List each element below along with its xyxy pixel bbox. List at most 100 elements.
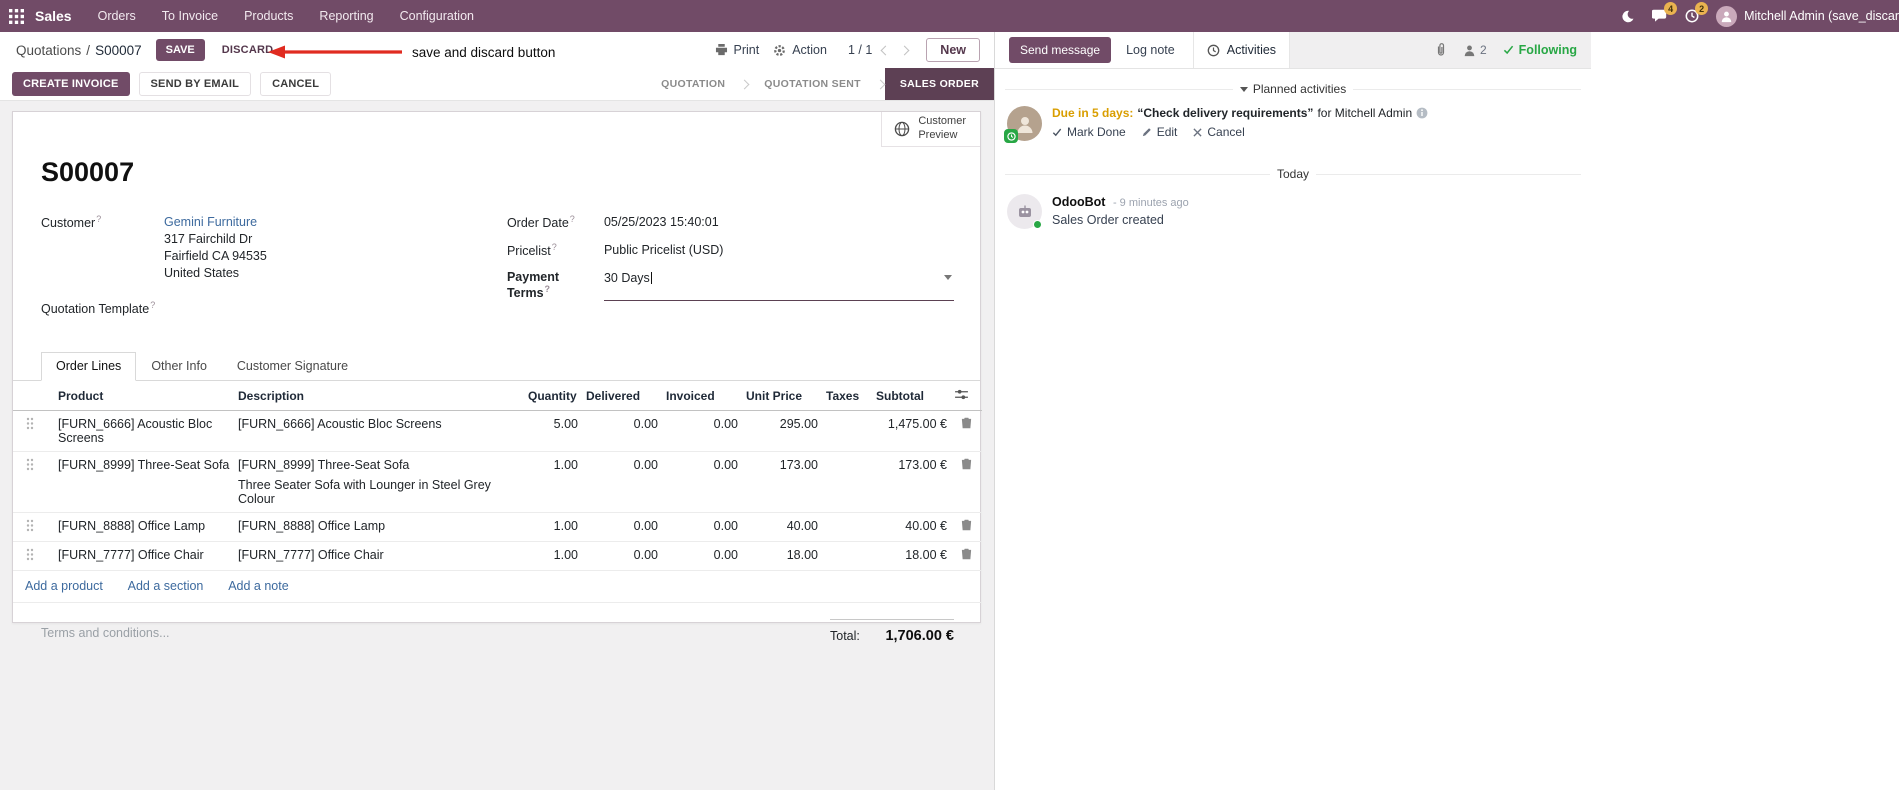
col-product[interactable]: Product bbox=[46, 380, 234, 411]
cell-delivered[interactable]: 0.00 bbox=[582, 541, 662, 571]
order-line-row[interactable]: [FURN_6666] Acoustic Bloc Screens [FURN_… bbox=[13, 410, 982, 452]
cell-unit-price[interactable]: 18.00 bbox=[742, 541, 822, 571]
print-button[interactable]: Print bbox=[708, 39, 767, 61]
cell-unit-price[interactable]: 173.00 bbox=[742, 451, 822, 513]
drag-handle-icon[interactable] bbox=[26, 548, 34, 561]
cell-product[interactable]: [FURN_8888] Office Lamp bbox=[46, 512, 234, 542]
drag-handle-icon[interactable] bbox=[26, 458, 34, 471]
attachments-icon[interactable] bbox=[1435, 43, 1447, 57]
messages-icon[interactable]: 4 bbox=[1652, 2, 1678, 23]
create-invoice-button[interactable]: CREATE INVOICE bbox=[12, 72, 130, 96]
pager-next-icon[interactable] bbox=[895, 45, 914, 56]
col-delivered[interactable]: Delivered bbox=[582, 380, 662, 411]
user-menu[interactable]: Mitchell Admin (save_discar bbox=[1716, 5, 1899, 27]
cell-product[interactable]: [FURN_7777] Office Chair bbox=[46, 541, 234, 571]
send-message-button[interactable]: Send message bbox=[1009, 37, 1112, 63]
stage-quotation-sent[interactable]: QUOTATION SENT bbox=[749, 68, 876, 100]
send-by-email-button[interactable]: SEND BY EMAIL bbox=[138, 72, 252, 96]
followers-button[interactable]: 2 bbox=[1463, 43, 1487, 57]
menu-to-invoice[interactable]: To Invoice bbox=[162, 9, 218, 23]
message-author[interactable]: OdooBot bbox=[1052, 195, 1105, 209]
col-unit-price[interactable]: Unit Price bbox=[742, 380, 822, 411]
cell-taxes[interactable] bbox=[822, 512, 872, 542]
cell-quantity[interactable]: 5.00 bbox=[524, 410, 582, 452]
cell-delivered[interactable]: 0.00 bbox=[582, 512, 662, 542]
cell-taxes[interactable] bbox=[822, 541, 872, 571]
menu-reporting[interactable]: Reporting bbox=[319, 9, 373, 23]
action-button[interactable]: Action bbox=[766, 39, 834, 61]
pricelist-value[interactable]: Public Pricelist (USD) bbox=[604, 242, 723, 259]
cell-delivered[interactable]: 0.00 bbox=[582, 410, 662, 452]
cell-quantity[interactable]: 1.00 bbox=[524, 512, 582, 542]
log-note-button[interactable]: Log note bbox=[1116, 37, 1185, 63]
menu-configuration[interactable]: Configuration bbox=[400, 9, 474, 23]
cancel-order-button[interactable]: CANCEL bbox=[260, 72, 332, 96]
cell-description[interactable]: [FURN_7777] Office Chair bbox=[234, 541, 524, 571]
cell-taxes[interactable] bbox=[822, 451, 872, 513]
tab-customer-signature[interactable]: Customer Signature bbox=[222, 352, 363, 381]
cell-unit-price[interactable]: 40.00 bbox=[742, 512, 822, 542]
delete-row-icon[interactable] bbox=[961, 458, 972, 470]
new-button[interactable]: New bbox=[926, 38, 980, 62]
delete-row-icon[interactable] bbox=[961, 548, 972, 560]
col-description[interactable]: Description bbox=[234, 380, 524, 411]
dropdown-caret-icon[interactable] bbox=[944, 275, 952, 281]
customer-link[interactable]: Gemini Furniture bbox=[164, 215, 257, 229]
order-date-value[interactable]: 05/25/2023 15:40:01 bbox=[604, 214, 719, 231]
cell-delivered[interactable]: 0.00 bbox=[582, 451, 662, 513]
add-a-note-link[interactable]: Add a note bbox=[228, 579, 288, 593]
collapse-caret-icon[interactable] bbox=[1239, 86, 1248, 92]
cell-taxes[interactable] bbox=[822, 410, 872, 452]
payment-terms-input[interactable]: 30 Days bbox=[603, 270, 954, 301]
delete-row-icon[interactable] bbox=[961, 519, 972, 531]
breadcrumb-quotations[interactable]: Quotations bbox=[16, 43, 81, 58]
cell-product[interactable]: [FURN_6666] Acoustic Bloc Screens bbox=[46, 410, 234, 452]
terms-and-conditions-placeholder[interactable]: Terms and conditions... bbox=[41, 619, 830, 640]
stage-quotation[interactable]: QUOTATION bbox=[646, 68, 740, 100]
cancel-activity-button[interactable]: Cancel bbox=[1193, 125, 1245, 139]
drag-handle-icon[interactable] bbox=[26, 417, 34, 430]
stage-sales-order[interactable]: SALES ORDER bbox=[884, 68, 994, 100]
tab-order-lines[interactable]: Order Lines bbox=[41, 351, 137, 381]
tab-other-info[interactable]: Other Info bbox=[136, 352, 222, 381]
discard-button[interactable]: DISCARD bbox=[214, 39, 282, 61]
menu-products[interactable]: Products bbox=[244, 9, 293, 23]
cell-invoiced[interactable]: 0.00 bbox=[662, 541, 742, 571]
mark-done-button[interactable]: Mark Done bbox=[1052, 125, 1126, 139]
cell-quantity[interactable]: 1.00 bbox=[524, 451, 582, 513]
col-taxes[interactable]: Taxes bbox=[822, 380, 872, 411]
add-a-product-link[interactable]: Add a product bbox=[25, 579, 103, 593]
following-toggle[interactable]: Following bbox=[1503, 43, 1577, 57]
optional-columns-icon[interactable] bbox=[951, 380, 982, 411]
dark-mode-moon-icon[interactable] bbox=[1622, 10, 1635, 23]
drag-handle-icon[interactable] bbox=[26, 519, 34, 532]
cell-quantity[interactable]: 1.00 bbox=[524, 541, 582, 571]
cell-description[interactable]: [FURN_8888] Office Lamp bbox=[234, 512, 524, 542]
cell-description[interactable]: [FURN_6666] Acoustic Bloc Screens bbox=[234, 410, 524, 452]
cell-invoiced[interactable]: 0.00 bbox=[662, 451, 742, 513]
edit-activity-button[interactable]: Edit bbox=[1142, 125, 1177, 139]
customer-preview-button[interactable]: Customer Preview bbox=[881, 112, 980, 147]
col-subtotal[interactable]: Subtotal bbox=[872, 380, 951, 411]
col-invoiced[interactable]: Invoiced bbox=[662, 380, 742, 411]
cell-invoiced[interactable]: 0.00 bbox=[662, 410, 742, 452]
info-icon[interactable] bbox=[1416, 107, 1428, 119]
menu-orders[interactable]: Orders bbox=[98, 9, 136, 23]
planned-activities-header[interactable]: Planned activities bbox=[1005, 82, 1581, 96]
delete-row-icon[interactable] bbox=[961, 417, 972, 429]
add-a-section-link[interactable]: Add a section bbox=[128, 579, 204, 593]
apps-grid-icon[interactable] bbox=[9, 8, 24, 24]
pager-previous-icon[interactable] bbox=[876, 45, 895, 56]
save-button[interactable]: SAVE bbox=[155, 39, 205, 61]
cell-invoiced[interactable]: 0.00 bbox=[662, 512, 742, 542]
activities-clock-icon[interactable]: 2 bbox=[1685, 2, 1709, 23]
cell-description[interactable]: [FURN_8999] Three-Seat Sofa Three Seater… bbox=[234, 451, 524, 513]
cell-unit-price[interactable]: 295.00 bbox=[742, 410, 822, 452]
order-line-row[interactable]: [FURN_8999] Three-Seat Sofa [FURN_8999] … bbox=[13, 451, 982, 513]
activities-tab[interactable]: Activities bbox=[1193, 32, 1291, 68]
cell-product[interactable]: [FURN_8999] Three-Seat Sofa bbox=[46, 451, 234, 513]
order-line-row[interactable]: [FURN_7777] Office Chair [FURN_7777] Off… bbox=[13, 541, 982, 571]
app-name[interactable]: Sales bbox=[35, 8, 72, 24]
order-line-row[interactable]: [FURN_8888] Office Lamp [FURN_8888] Offi… bbox=[13, 512, 982, 542]
col-quantity[interactable]: Quantity bbox=[524, 380, 582, 411]
